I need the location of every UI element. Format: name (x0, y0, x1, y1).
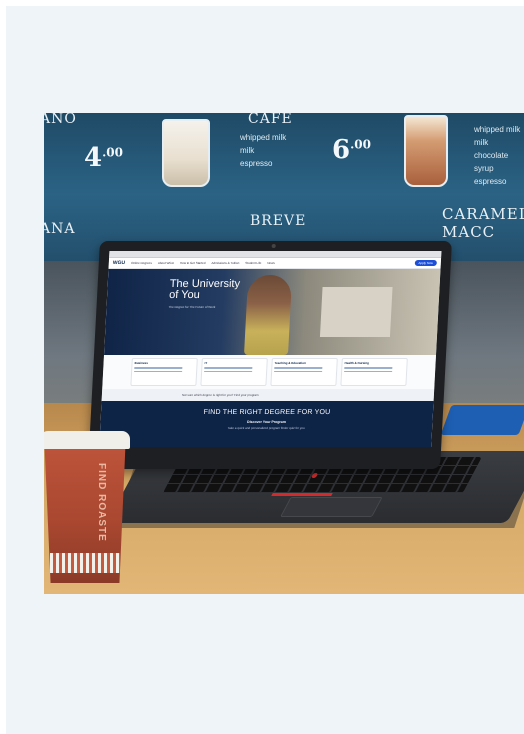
card-line (204, 367, 253, 369)
site-nav: WGU Online Degrees About WGU How to Get … (108, 258, 442, 269)
card-line (134, 370, 183, 372)
coffee-cup-band (50, 553, 120, 573)
nav-item: About WGU (157, 261, 175, 265)
find-degree-section: FIND THE RIGHT DEGREE FOR YOU Discover Y… (99, 401, 434, 447)
program-card: Business (130, 358, 198, 386)
menu-cup-white-image (162, 119, 210, 187)
card-line (204, 370, 253, 372)
program-cards: Business IT Teaching & Education Health … (102, 355, 436, 389)
menu-list-right-item: whipped milk (474, 125, 521, 134)
apply-button: Apply Now (414, 260, 437, 266)
find-degree-title: FIND THE RIGHT DEGREE FOR YOU (203, 409, 331, 416)
hero-title-line: of You (168, 289, 201, 301)
program-card: Health & Nursing (340, 358, 408, 386)
laptop-lid: WGU Online Degrees About WGU How to Get … (88, 241, 452, 469)
menu-price-left-cents: .00 (102, 145, 123, 160)
card-line (274, 370, 323, 372)
menu-word-top-left: ANO (44, 113, 77, 127)
nav-item: Student Life (245, 261, 262, 265)
menu-list-right: whipped milk milk chocolate syrup espres… (474, 123, 524, 188)
nav-item: Admissions & Tuition (211, 261, 240, 265)
menu-list-right-item: milk (474, 138, 489, 147)
menu-list-left-item: milk (240, 146, 255, 155)
menu-price-mid: 6.00 (332, 135, 371, 165)
site-logo: WGU (112, 260, 126, 266)
hero-person-image (244, 275, 293, 355)
menu-price-left: 4.00 (84, 143, 123, 173)
nav-item: News (267, 261, 275, 265)
find-degree-note: Take a quick and personalized program fi… (227, 426, 305, 430)
webcam-icon (271, 244, 276, 248)
menu-list-right-item: chocolate syrup (474, 151, 509, 173)
program-finder-text: Not sure which degree is right for you? … (181, 393, 259, 397)
program-card-title: Business (134, 361, 149, 365)
program-card-title: Health & Nursing (344, 361, 370, 365)
menu-word-bottom-right: CARAMEL MACC (442, 205, 524, 241)
card-line (134, 367, 183, 369)
program-card-title: IT (204, 361, 208, 365)
menu-list-left-item: whipped milk (240, 133, 287, 142)
program-finder-bar: Not sure which degree is right for you? … (101, 389, 435, 401)
phone-image (440, 405, 524, 435)
card-line (344, 370, 393, 372)
laptop-trackpad (280, 497, 383, 517)
menu-price-mid-cents: .00 (350, 137, 371, 152)
card-line (344, 367, 393, 369)
hero-subtitle: The Degree for The Future of Work (168, 305, 216, 309)
browser-bar (109, 251, 442, 258)
card-line (274, 367, 323, 369)
hero-title: The University of You (168, 278, 241, 301)
coffee-cup-lid (44, 431, 130, 449)
hero-banner: The University of You The Degree for The… (104, 269, 441, 355)
laptop-screen: WGU Online Degrees About WGU How to Get … (99, 251, 442, 447)
nav-item: Online Degrees (130, 261, 153, 265)
program-card: Teaching & Education (270, 358, 338, 386)
nav-item: How to Get Started (179, 261, 206, 265)
menu-price-mid-value: 6 (332, 135, 351, 165)
hero-house-image (319, 287, 393, 337)
find-degree-subtitle: Discover Your Program (246, 420, 286, 424)
menu-price-left-value: 4 (84, 143, 103, 173)
menu-board: ANO 4.00 CAFE whipped milk milk espresso… (44, 113, 524, 261)
coffee-cup-print: FIND ROASTE (96, 463, 107, 542)
menu-cup-brown-image (404, 115, 448, 187)
menu-word-bottom-mid: BREVE (250, 213, 307, 229)
photo: ANO 4.00 CAFE whipped milk milk espresso… (44, 113, 524, 594)
trackpad-buttons (271, 493, 333, 496)
menu-list-left-item: espresso (240, 159, 273, 168)
program-card: IT (200, 358, 268, 386)
menu-word-bottom-left: ANA (44, 221, 76, 237)
menu-list-left: whipped milk milk espresso (240, 131, 286, 170)
program-card-title: Teaching & Education (274, 361, 306, 365)
menu-list-right-item: espresso (474, 177, 507, 186)
menu-brand-word: CAFE (248, 113, 293, 127)
